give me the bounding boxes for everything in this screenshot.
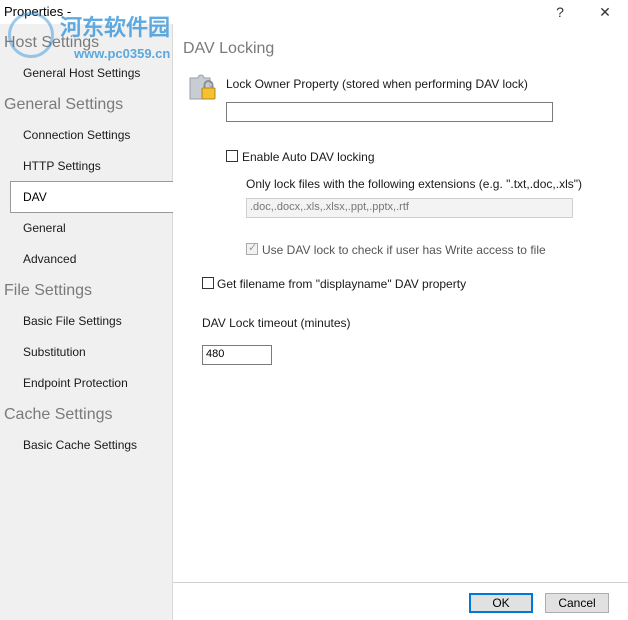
sidebar-item-basic-file-settings[interactable]: Basic File Settings [23,314,122,328]
extensions-label: Only lock files with the following exten… [246,177,582,191]
displayname-checkbox[interactable] [202,277,214,289]
lock-owner-label: Lock Owner Property (stored when perform… [226,77,528,91]
watermark-logo [8,12,54,58]
cancel-button[interactable]: Cancel [545,593,609,613]
extensions-input[interactable]: .doc,.docx,.xls,.xlsx,.ppt,.pptx,.rtf [246,198,573,218]
help-icon[interactable]: ? [545,2,575,22]
watermark-url: www.pc0359.cn [74,46,171,61]
sidebar-item-general-host-settings[interactable]: General Host Settings [23,66,140,80]
sidebar-item-http-settings[interactable]: HTTP Settings [23,159,101,173]
sidebar-item-endpoint-protection[interactable]: Endpoint Protection [23,376,128,390]
sidebar-item-advanced[interactable]: Advanced [23,252,76,266]
displayname-label: Get filename from "displayname" DAV prop… [217,277,467,291]
section-title: DAV Locking [183,40,275,57]
settings-sidebar: Host Settings General Host Settings Gene… [0,24,174,620]
footer-divider [173,582,628,583]
sidebar-group-file-settings: File Settings [4,282,93,299]
sidebar-item-basic-cache-settings[interactable]: Basic Cache Settings [23,438,137,452]
sidebar-item-dav[interactable]: DAV [10,181,174,213]
ok-button[interactable]: OK [469,593,533,613]
write-access-label: Use DAV lock to check if user has Write … [262,243,546,257]
checkmark-icon: ✓ [248,242,258,254]
sidebar-group-cache-settings: Cache Settings [4,406,113,423]
watermark-text: 河东软件园 [60,16,171,41]
sidebar-item-general[interactable]: General [23,221,66,235]
sidebar-item-substitution[interactable]: Substitution [23,345,86,359]
close-icon[interactable]: ✕ [590,2,620,22]
timeout-label: DAV Lock timeout (minutes) [202,316,351,330]
auto-dav-locking-checkbox[interactable] [226,150,238,162]
timeout-input[interactable]: 480 [202,345,272,365]
auto-dav-locking-label: Enable Auto DAV locking [242,150,375,164]
puzzle-lock-icon [189,74,216,100]
sidebar-item-connection-settings[interactable]: Connection Settings [23,128,130,142]
sidebar-item-dav-label: DAV [23,190,47,204]
dav-settings-panel: DAV Locking Lock Owner Property (stored … [173,24,628,584]
lock-owner-input[interactable] [226,102,553,122]
sidebar-group-general-settings: General Settings [4,96,124,113]
write-access-checkbox[interactable]: ✓ [246,242,258,255]
